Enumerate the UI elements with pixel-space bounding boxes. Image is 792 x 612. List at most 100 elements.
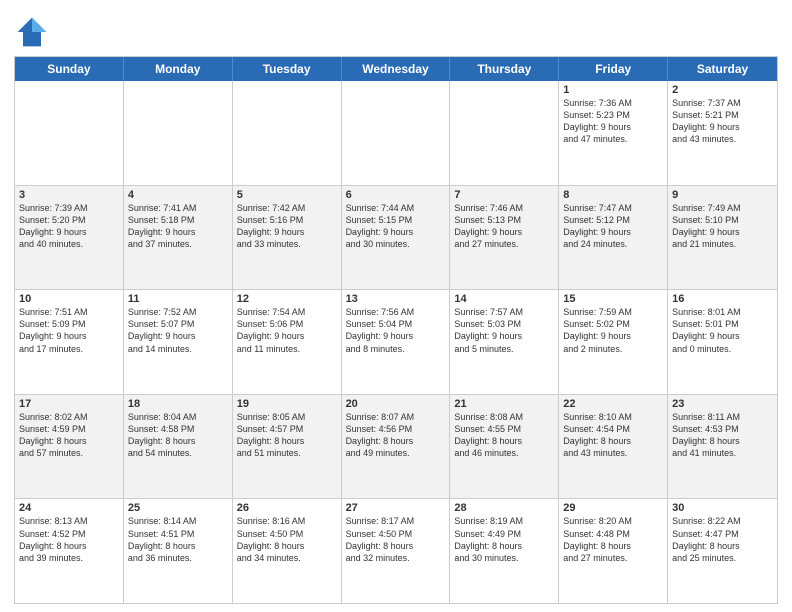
header-day-thursday: Thursday xyxy=(450,57,559,81)
day-number: 20 xyxy=(346,398,446,410)
calendar-cell-empty xyxy=(342,81,451,185)
day-info: Sunrise: 8:13 AM Sunset: 4:52 PM Dayligh… xyxy=(19,515,119,564)
day-info: Sunrise: 7:36 AM Sunset: 5:23 PM Dayligh… xyxy=(563,97,663,146)
day-info: Sunrise: 8:19 AM Sunset: 4:49 PM Dayligh… xyxy=(454,515,554,564)
header-day-friday: Friday xyxy=(559,57,668,81)
calendar-cell-24: 24Sunrise: 8:13 AM Sunset: 4:52 PM Dayli… xyxy=(15,499,124,603)
logo-icon xyxy=(14,14,50,50)
day-info: Sunrise: 7:49 AM Sunset: 5:10 PM Dayligh… xyxy=(672,202,773,251)
calendar-cell-30: 30Sunrise: 8:22 AM Sunset: 4:47 PM Dayli… xyxy=(668,499,777,603)
calendar-cell-14: 14Sunrise: 7:57 AM Sunset: 5:03 PM Dayli… xyxy=(450,290,559,394)
calendar: SundayMondayTuesdayWednesdayThursdayFrid… xyxy=(14,56,778,604)
calendar-cell-20: 20Sunrise: 8:07 AM Sunset: 4:56 PM Dayli… xyxy=(342,395,451,499)
calendar-row-1: 3Sunrise: 7:39 AM Sunset: 5:20 PM Daylig… xyxy=(15,185,777,290)
header xyxy=(14,10,778,50)
day-info: Sunrise: 7:59 AM Sunset: 5:02 PM Dayligh… xyxy=(563,306,663,355)
day-info: Sunrise: 7:52 AM Sunset: 5:07 PM Dayligh… xyxy=(128,306,228,355)
calendar-cell-17: 17Sunrise: 8:02 AM Sunset: 4:59 PM Dayli… xyxy=(15,395,124,499)
day-number: 14 xyxy=(454,293,554,305)
day-number: 25 xyxy=(128,502,228,514)
calendar-cell-3: 3Sunrise: 7:39 AM Sunset: 5:20 PM Daylig… xyxy=(15,186,124,290)
calendar-cell-25: 25Sunrise: 8:14 AM Sunset: 4:51 PM Dayli… xyxy=(124,499,233,603)
day-info: Sunrise: 8:14 AM Sunset: 4:51 PM Dayligh… xyxy=(128,515,228,564)
day-number: 22 xyxy=(563,398,663,410)
calendar-cell-empty xyxy=(124,81,233,185)
day-number: 30 xyxy=(672,502,773,514)
day-info: Sunrise: 8:04 AM Sunset: 4:58 PM Dayligh… xyxy=(128,411,228,460)
day-info: Sunrise: 8:22 AM Sunset: 4:47 PM Dayligh… xyxy=(672,515,773,564)
day-number: 24 xyxy=(19,502,119,514)
day-number: 1 xyxy=(563,84,663,96)
day-number: 4 xyxy=(128,189,228,201)
calendar-cell-6: 6Sunrise: 7:44 AM Sunset: 5:15 PM Daylig… xyxy=(342,186,451,290)
calendar-cell-5: 5Sunrise: 7:42 AM Sunset: 5:16 PM Daylig… xyxy=(233,186,342,290)
day-info: Sunrise: 8:07 AM Sunset: 4:56 PM Dayligh… xyxy=(346,411,446,460)
header-day-saturday: Saturday xyxy=(668,57,777,81)
calendar-header: SundayMondayTuesdayWednesdayThursdayFrid… xyxy=(15,57,777,81)
day-info: Sunrise: 8:01 AM Sunset: 5:01 PM Dayligh… xyxy=(672,306,773,355)
day-number: 11 xyxy=(128,293,228,305)
calendar-cell-10: 10Sunrise: 7:51 AM Sunset: 5:09 PM Dayli… xyxy=(15,290,124,394)
day-number: 28 xyxy=(454,502,554,514)
calendar-cell-8: 8Sunrise: 7:47 AM Sunset: 5:12 PM Daylig… xyxy=(559,186,668,290)
calendar-cell-18: 18Sunrise: 8:04 AM Sunset: 4:58 PM Dayli… xyxy=(124,395,233,499)
calendar-cell-29: 29Sunrise: 8:20 AM Sunset: 4:48 PM Dayli… xyxy=(559,499,668,603)
calendar-cell-26: 26Sunrise: 8:16 AM Sunset: 4:50 PM Dayli… xyxy=(233,499,342,603)
calendar-cell-empty xyxy=(450,81,559,185)
day-number: 2 xyxy=(672,84,773,96)
day-info: Sunrise: 7:47 AM Sunset: 5:12 PM Dayligh… xyxy=(563,202,663,251)
header-day-wednesday: Wednesday xyxy=(342,57,451,81)
calendar-row-3: 17Sunrise: 8:02 AM Sunset: 4:59 PM Dayli… xyxy=(15,394,777,499)
calendar-cell-12: 12Sunrise: 7:54 AM Sunset: 5:06 PM Dayli… xyxy=(233,290,342,394)
calendar-cell-11: 11Sunrise: 7:52 AM Sunset: 5:07 PM Dayli… xyxy=(124,290,233,394)
day-info: Sunrise: 7:42 AM Sunset: 5:16 PM Dayligh… xyxy=(237,202,337,251)
day-number: 18 xyxy=(128,398,228,410)
calendar-cell-21: 21Sunrise: 8:08 AM Sunset: 4:55 PM Dayli… xyxy=(450,395,559,499)
day-info: Sunrise: 7:51 AM Sunset: 5:09 PM Dayligh… xyxy=(19,306,119,355)
page: SundayMondayTuesdayWednesdayThursdayFrid… xyxy=(0,0,792,612)
day-info: Sunrise: 7:54 AM Sunset: 5:06 PM Dayligh… xyxy=(237,306,337,355)
calendar-cell-7: 7Sunrise: 7:46 AM Sunset: 5:13 PM Daylig… xyxy=(450,186,559,290)
calendar-body: 1Sunrise: 7:36 AM Sunset: 5:23 PM Daylig… xyxy=(15,81,777,603)
day-number: 27 xyxy=(346,502,446,514)
calendar-cell-empty xyxy=(15,81,124,185)
day-info: Sunrise: 8:20 AM Sunset: 4:48 PM Dayligh… xyxy=(563,515,663,564)
header-day-monday: Monday xyxy=(124,57,233,81)
day-number: 13 xyxy=(346,293,446,305)
calendar-cell-9: 9Sunrise: 7:49 AM Sunset: 5:10 PM Daylig… xyxy=(668,186,777,290)
day-number: 9 xyxy=(672,189,773,201)
calendar-cell-23: 23Sunrise: 8:11 AM Sunset: 4:53 PM Dayli… xyxy=(668,395,777,499)
day-info: Sunrise: 7:46 AM Sunset: 5:13 PM Dayligh… xyxy=(454,202,554,251)
day-number: 17 xyxy=(19,398,119,410)
day-info: Sunrise: 8:02 AM Sunset: 4:59 PM Dayligh… xyxy=(19,411,119,460)
day-number: 5 xyxy=(237,189,337,201)
calendar-cell-28: 28Sunrise: 8:19 AM Sunset: 4:49 PM Dayli… xyxy=(450,499,559,603)
day-number: 8 xyxy=(563,189,663,201)
logo xyxy=(14,14,52,50)
day-number: 15 xyxy=(563,293,663,305)
calendar-row-0: 1Sunrise: 7:36 AM Sunset: 5:23 PM Daylig… xyxy=(15,81,777,185)
day-info: Sunrise: 7:37 AM Sunset: 5:21 PM Dayligh… xyxy=(672,97,773,146)
day-info: Sunrise: 7:44 AM Sunset: 5:15 PM Dayligh… xyxy=(346,202,446,251)
calendar-cell-13: 13Sunrise: 7:56 AM Sunset: 5:04 PM Dayli… xyxy=(342,290,451,394)
day-number: 3 xyxy=(19,189,119,201)
day-info: Sunrise: 7:57 AM Sunset: 5:03 PM Dayligh… xyxy=(454,306,554,355)
day-number: 26 xyxy=(237,502,337,514)
calendar-cell-empty xyxy=(233,81,342,185)
day-number: 7 xyxy=(454,189,554,201)
day-info: Sunrise: 7:56 AM Sunset: 5:04 PM Dayligh… xyxy=(346,306,446,355)
day-info: Sunrise: 8:10 AM Sunset: 4:54 PM Dayligh… xyxy=(563,411,663,460)
day-info: Sunrise: 8:11 AM Sunset: 4:53 PM Dayligh… xyxy=(672,411,773,460)
calendar-cell-16: 16Sunrise: 8:01 AM Sunset: 5:01 PM Dayli… xyxy=(668,290,777,394)
header-day-sunday: Sunday xyxy=(15,57,124,81)
header-day-tuesday: Tuesday xyxy=(233,57,342,81)
calendar-cell-15: 15Sunrise: 7:59 AM Sunset: 5:02 PM Dayli… xyxy=(559,290,668,394)
day-info: Sunrise: 7:41 AM Sunset: 5:18 PM Dayligh… xyxy=(128,202,228,251)
day-info: Sunrise: 8:17 AM Sunset: 4:50 PM Dayligh… xyxy=(346,515,446,564)
day-number: 10 xyxy=(19,293,119,305)
day-number: 21 xyxy=(454,398,554,410)
calendar-row-2: 10Sunrise: 7:51 AM Sunset: 5:09 PM Dayli… xyxy=(15,289,777,394)
calendar-cell-1: 1Sunrise: 7:36 AM Sunset: 5:23 PM Daylig… xyxy=(559,81,668,185)
day-number: 6 xyxy=(346,189,446,201)
day-info: Sunrise: 7:39 AM Sunset: 5:20 PM Dayligh… xyxy=(19,202,119,251)
